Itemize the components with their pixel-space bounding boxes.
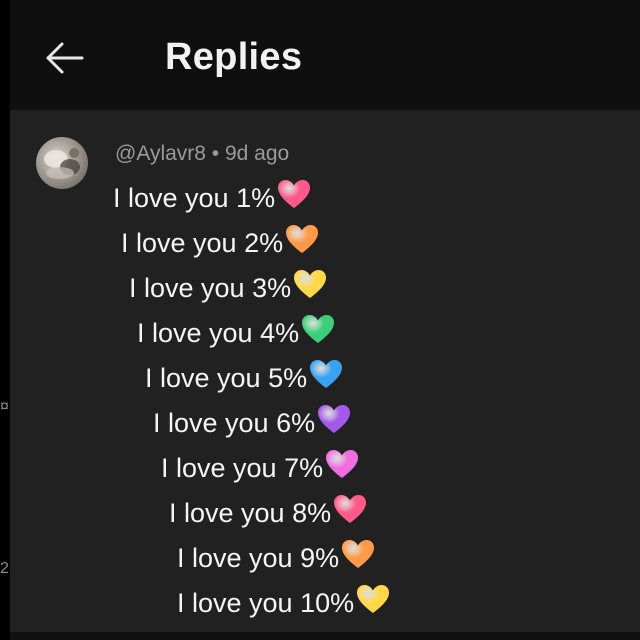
comment-line: I love you 2% <box>121 223 320 264</box>
comment-line-text: I love you 4% <box>137 318 300 348</box>
comment-line-text: I love you 8% <box>169 498 332 528</box>
bottom-bar <box>10 632 640 640</box>
edge-fragment: ¤ <box>0 398 9 415</box>
comment-line: I love you 9% <box>177 538 376 579</box>
comment-line-text: I love you 1% <box>113 183 276 213</box>
comment-line-text: I love you 2% <box>121 228 284 258</box>
comment-line-text: I love you 7% <box>161 453 324 483</box>
comment-line: I love you 7% <box>161 448 360 489</box>
comment-line-text: I love you 5% <box>145 363 308 393</box>
replies-screen: ¤ 2 Replies @Aylavr8 • 9d ago I love you… <box>0 0 640 640</box>
heart-icon <box>308 358 344 399</box>
heart-icon <box>316 403 352 444</box>
left-edge: ¤ 2 <box>0 0 10 640</box>
comment-line-text: I love you 6% <box>153 408 316 438</box>
comment-line: I love you 3% <box>129 268 328 309</box>
page-title: Replies <box>165 36 303 78</box>
comment-panel: @Aylavr8 • 9d ago I love you 1% I love yo… <box>10 110 640 632</box>
comment-line: I love you 8% <box>169 493 368 534</box>
comment-line: I love you 6% <box>153 403 352 444</box>
header-bar: Replies <box>10 0 640 110</box>
heart-icon <box>324 448 360 489</box>
heart-icon <box>292 268 328 309</box>
comment-line: I love you 4% <box>137 313 336 354</box>
heart-icon <box>332 493 368 534</box>
heart-icon <box>276 178 312 219</box>
avatar[interactable] <box>36 137 88 189</box>
comment-line-text: I love you 10% <box>177 588 355 618</box>
heart-icon <box>340 538 376 579</box>
comment-line: I love you 1% <box>113 178 312 219</box>
back-button[interactable] <box>40 36 88 84</box>
heart-icon <box>284 223 320 264</box>
comment-line-text: I love you 9% <box>177 543 340 573</box>
comment-line: I love you 5% <box>145 358 344 399</box>
comment-line-text: I love you 3% <box>129 273 292 303</box>
arrow-left-icon <box>42 36 86 85</box>
comment-line: I love you 10% <box>177 583 391 624</box>
heart-icon <box>355 583 391 624</box>
heart-icon <box>300 313 336 354</box>
comment-author-time[interactable]: @Aylavr8 • 9d ago <box>115 142 289 166</box>
edge-fragment: 2 <box>0 560 9 577</box>
